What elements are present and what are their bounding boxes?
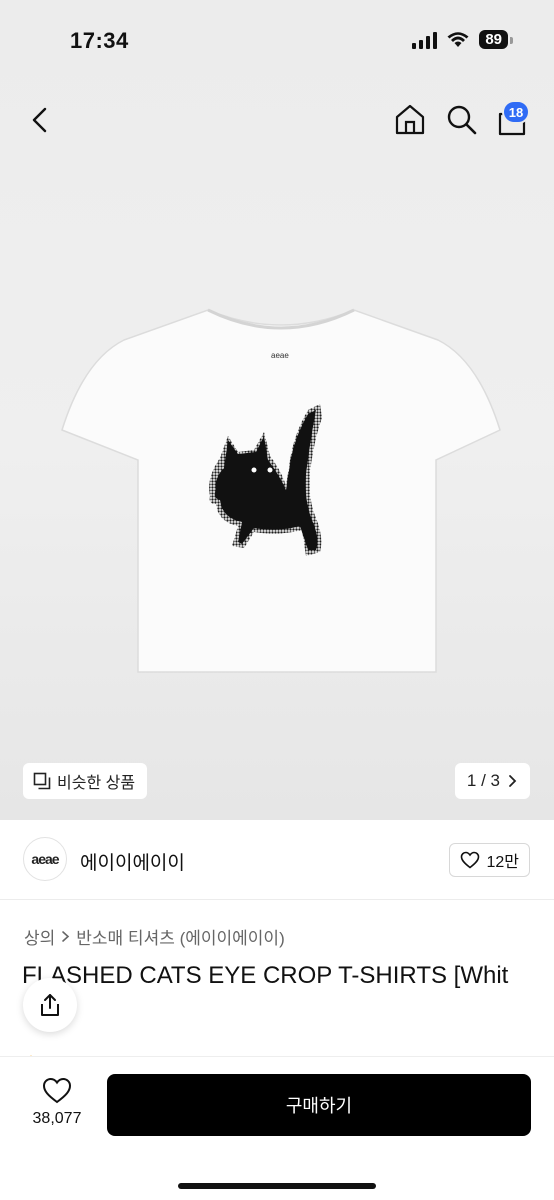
breadcrumb-subcategory[interactable]: 반소매 티셔츠 (에이이에이이) (76, 924, 284, 949)
heart-icon (461, 851, 480, 869)
similar-items-icon (33, 772, 51, 790)
top-navigation (0, 90, 554, 150)
brand-row[interactable]: aeae 에이이에이이 12만 (0, 820, 554, 900)
brand-logo[interactable]: aeae (23, 837, 67, 881)
search-icon[interactable] (442, 100, 482, 140)
chevron-right-icon (509, 775, 517, 787)
battery-indicator: 89 (479, 30, 513, 49)
brand-like-button[interactable]: 12만 (449, 843, 530, 877)
buy-button[interactable]: 구매하기 (107, 1074, 531, 1136)
status-bar: 17:34 89 (0, 0, 554, 80)
brand-name[interactable]: 에이이에이이 (80, 848, 185, 875)
share-icon (41, 994, 59, 1016)
brand-like-count: 12만 (486, 854, 519, 871)
chevron-right-icon (62, 931, 70, 942)
home-icon[interactable] (390, 100, 430, 140)
similar-products-label: 비슷한 상품 (57, 775, 136, 792)
image-page-indicator: 1 / 3 (466, 771, 500, 790)
wishlist-count: 38,077 (32, 1110, 82, 1127)
product-title: FLASHED CATS EYE CROP T-SHIRTS [Whit (22, 962, 509, 989)
status-time: 17:34 (70, 28, 129, 53)
heart-icon (42, 1077, 72, 1104)
cellular-signal-icon (412, 31, 438, 49)
image-pager[interactable]: 1 / 3 (454, 763, 530, 799)
cart-count-badge: 18 (502, 100, 530, 124)
share-button[interactable] (23, 978, 77, 1032)
product-image: aeae (61, 308, 501, 673)
back-icon[interactable] (22, 102, 58, 138)
wifi-icon (447, 31, 469, 47)
garment-tag: aeae (271, 351, 289, 360)
breadcrumb: 상의 반소매 티셔츠 (에이이에이이) (24, 924, 285, 949)
breadcrumb-category[interactable]: 상의 (24, 924, 55, 949)
wishlist-button[interactable]: 38,077 (20, 1077, 94, 1128)
home-indicator (178, 1183, 376, 1189)
status-icons: 89 (412, 30, 513, 49)
bottom-action-bar: 38,077 구매하기 (0, 1056, 554, 1200)
similar-products-button[interactable]: 비슷한 상품 (23, 763, 148, 799)
